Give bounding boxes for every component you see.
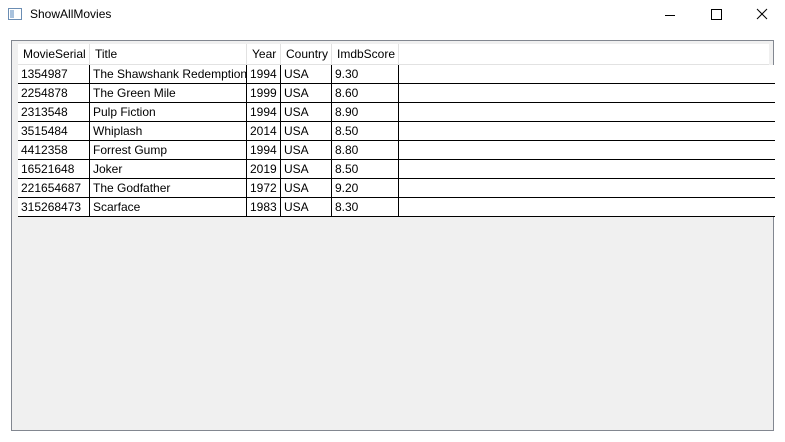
cell-imdbscore[interactable]: 9.20 bbox=[332, 179, 399, 197]
cell-imdbscore[interactable]: 9.30 bbox=[332, 65, 399, 83]
cell-title[interactable]: Whiplash bbox=[90, 122, 247, 140]
cell-country[interactable]: USA bbox=[281, 160, 332, 178]
cell-imdbscore[interactable]: 8.30 bbox=[332, 198, 399, 216]
title-bar[interactable]: ShowAllMovies bbox=[0, 0, 785, 30]
cell-movieserial[interactable]: 2254878 bbox=[18, 84, 90, 102]
cell-country[interactable]: USA bbox=[281, 141, 332, 159]
cell-year[interactable]: 1994 bbox=[247, 141, 281, 159]
cell-imdbscore[interactable]: 8.50 bbox=[332, 160, 399, 178]
app-window-icon bbox=[8, 8, 22, 20]
minimize-button[interactable] bbox=[647, 0, 693, 30]
cell-title[interactable]: Forrest Gump bbox=[90, 141, 247, 159]
table-row[interactable]: 221654687 The Godfather 1972 USA 9.20 bbox=[18, 179, 775, 198]
column-header-movieserial[interactable]: MovieSerial bbox=[18, 44, 90, 64]
column-header-title[interactable]: Title bbox=[90, 44, 247, 64]
maximize-button[interactable] bbox=[693, 0, 739, 30]
close-icon bbox=[756, 8, 768, 20]
cell-year[interactable]: 1994 bbox=[247, 65, 281, 83]
cell-movieserial[interactable]: 4412358 bbox=[18, 141, 90, 159]
movies-data-grid[interactable]: MovieSerial Title Year Country ImdbScore… bbox=[11, 40, 775, 431]
cell-title[interactable]: Joker bbox=[90, 160, 247, 178]
table-row[interactable]: 315268473 Scarface 1983 USA 8.30 bbox=[18, 198, 775, 217]
table-row[interactable]: 2313548 Pulp Fiction 1994 USA 8.90 bbox=[18, 103, 775, 122]
app-window: ShowAllMovies MovieSerial Title Year Cou… bbox=[0, 0, 785, 442]
table-row[interactable]: 2254878 The Green Mile 1999 USA 8.60 bbox=[18, 84, 775, 103]
cell-year[interactable]: 1983 bbox=[247, 198, 281, 216]
table-row[interactable]: 4412358 Forrest Gump 1994 USA 8.80 bbox=[18, 141, 775, 160]
cell-imdbscore[interactable]: 8.50 bbox=[332, 122, 399, 140]
cell-year[interactable]: 1999 bbox=[247, 84, 281, 102]
cell-title[interactable]: Scarface bbox=[90, 198, 247, 216]
cell-title[interactable]: The Godfather bbox=[90, 179, 247, 197]
cell-country[interactable]: USA bbox=[281, 122, 332, 140]
cell-imdbscore[interactable]: 8.80 bbox=[332, 141, 399, 159]
cell-year[interactable]: 1972 bbox=[247, 179, 281, 197]
column-header-imdbscore[interactable]: ImdbScore bbox=[332, 44, 399, 64]
cell-country[interactable]: USA bbox=[281, 65, 332, 83]
cell-movieserial[interactable]: 16521648 bbox=[18, 160, 90, 178]
cell-country[interactable]: USA bbox=[281, 103, 332, 121]
cell-year[interactable]: 2019 bbox=[247, 160, 281, 178]
column-header-year[interactable]: Year bbox=[247, 44, 281, 64]
cell-movieserial[interactable]: 1354987 bbox=[18, 65, 90, 83]
grid-header: MovieSerial Title Year Country ImdbScore bbox=[18, 44, 769, 65]
table-row[interactable]: 1354987 The Shawshank Redemption 1994 US… bbox=[18, 65, 775, 84]
cell-title[interactable]: The Green Mile bbox=[90, 84, 247, 102]
minimize-icon bbox=[665, 15, 675, 16]
cell-movieserial[interactable]: 3515484 bbox=[18, 122, 90, 140]
cell-movieserial[interactable]: 221654687 bbox=[18, 179, 90, 197]
cell-title[interactable]: The Shawshank Redemption bbox=[90, 65, 247, 83]
cell-movieserial[interactable]: 2313548 bbox=[18, 103, 90, 121]
cell-country[interactable]: USA bbox=[281, 179, 332, 197]
cell-year[interactable]: 1994 bbox=[247, 103, 281, 121]
cell-country[interactable]: USA bbox=[281, 198, 332, 216]
cell-year[interactable]: 2014 bbox=[247, 122, 281, 140]
cell-country[interactable]: USA bbox=[281, 84, 332, 102]
maximize-icon bbox=[711, 9, 722, 20]
cell-imdbscore[interactable]: 8.90 bbox=[332, 103, 399, 121]
window-title: ShowAllMovies bbox=[30, 7, 112, 21]
cell-movieserial[interactable]: 315268473 bbox=[18, 198, 90, 216]
close-button[interactable] bbox=[739, 0, 785, 30]
table-row[interactable]: 3515484 Whiplash 2014 USA 8.50 bbox=[18, 122, 775, 141]
cell-imdbscore[interactable]: 8.60 bbox=[332, 84, 399, 102]
column-header-country[interactable]: Country bbox=[281, 44, 332, 64]
table-row[interactable]: 16521648 Joker 2019 USA 8.50 bbox=[18, 160, 775, 179]
cell-title[interactable]: Pulp Fiction bbox=[90, 103, 247, 121]
